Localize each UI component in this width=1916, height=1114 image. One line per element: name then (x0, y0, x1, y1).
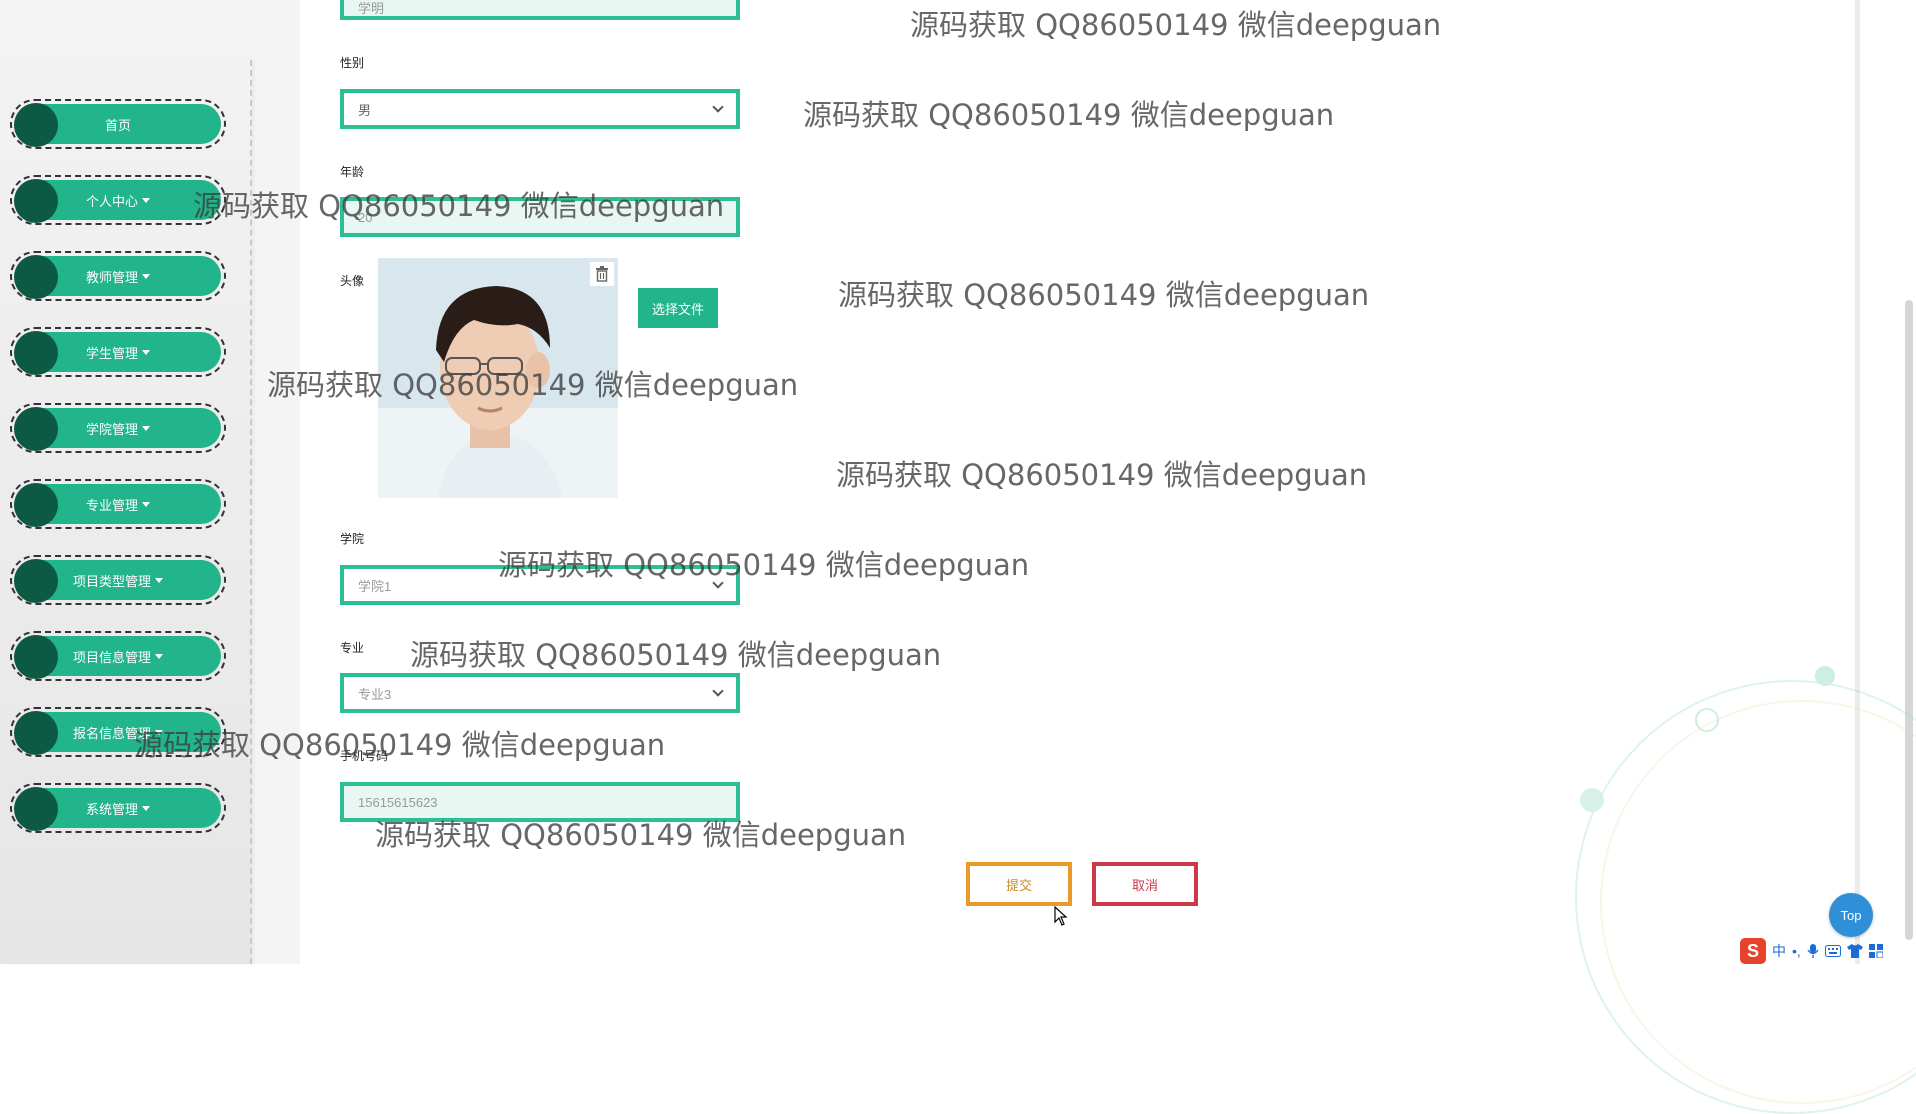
sidebar: 首页 个人中心 教师管理 学生管理 学院管理 专业管理 项目类型管理 项目信息管… (0, 60, 252, 964)
major-select[interactable]: 专业3 (340, 673, 740, 713)
age-input[interactable]: 20 (340, 197, 740, 237)
college-label: 学院 (340, 532, 365, 546)
phone-label: 手机号码 (340, 749, 389, 763)
student-name-value: 学明 (358, 0, 385, 16)
caret-down-icon (142, 805, 150, 811)
student-name-input[interactable]: 学明 (340, 0, 740, 20)
chevron-down-icon (712, 685, 724, 697)
portrait-illustration (378, 258, 618, 498)
chevron-down-icon (712, 577, 724, 589)
sidebar-item-label: 个人中心 (85, 193, 138, 209)
gender-select[interactable]: 男 (340, 89, 740, 129)
sidebar-item-label: 报名信息管理 (72, 725, 151, 741)
sidebar-pill[interactable]: 报名信息管理 (14, 711, 221, 755)
sidebar-item-label: 首页 (104, 117, 131, 133)
sidebar-item-dot (14, 559, 58, 603)
caret-down-icon (142, 425, 150, 431)
sidebar-item-label: 学院管理 (85, 421, 138, 437)
choose-file-button[interactable]: 选择文件 (638, 288, 718, 328)
age-label: 年龄 (340, 165, 365, 179)
caret-down-icon (142, 501, 150, 507)
sidebar-item-label: 系统管理 (85, 801, 138, 817)
sidebar-item-home[interactable]: 首页 (10, 99, 226, 149)
sidebar-pill[interactable]: 项目类型管理 (14, 559, 221, 603)
sidebar-item-teacher-management[interactable]: 教师管理 (10, 251, 226, 301)
caret-down-icon (155, 653, 163, 659)
sidebar-item-dot (14, 483, 58, 527)
sidebar-item-label: 项目信息管理 (72, 649, 151, 665)
cancel-button[interactable]: 取消 (1092, 862, 1198, 906)
trash-icon[interactable] (590, 262, 614, 286)
sidebar-pill[interactable]: 个人中心 (14, 179, 221, 223)
sidebar-pill[interactable]: 学生管理 (14, 331, 221, 375)
sidebar-item-dot (14, 407, 58, 451)
caret-down-icon (142, 273, 150, 279)
sidebar-item-major-management[interactable]: 专业管理 (10, 479, 226, 529)
sidebar-item-dot (14, 255, 58, 299)
sidebar-pill[interactable]: 教师管理 (14, 255, 221, 299)
college-select[interactable]: 学院1 (340, 565, 740, 605)
caret-down-icon (142, 197, 150, 203)
mouse-cursor-icon (1054, 905, 1068, 931)
sidebar-pill[interactable]: 学院管理 (14, 407, 221, 451)
sidebar-pill[interactable]: 专业管理 (14, 483, 221, 527)
sidebar-item-project-type-management[interactable]: 项目类型管理 (10, 555, 226, 605)
sidebar-item-dot (14, 787, 58, 831)
sidebar-item-label: 教师管理 (85, 269, 138, 285)
sidebar-item-dot (14, 635, 58, 679)
back-to-top-button[interactable]: Top (1829, 893, 1873, 937)
major-label: 专业 (340, 641, 365, 655)
sidebar-pill[interactable]: 系统管理 (14, 787, 221, 831)
ime-toolbar: S 中 •, (1740, 938, 1916, 964)
sidebar-item-personal-center[interactable]: 个人中心 (10, 175, 226, 225)
caret-down-icon (155, 577, 163, 583)
decor-dot (1695, 708, 1719, 732)
keyboard-icon[interactable] (1824, 945, 1841, 957)
avatar-image (378, 258, 618, 498)
grid-icon[interactable] (1868, 944, 1883, 958)
sidebar-item-dot (14, 179, 58, 223)
decor-dot (1580, 788, 1604, 812)
sidebar-item-system-management[interactable]: 系统管理 (10, 783, 226, 833)
sidebar-item-label: 项目类型管理 (72, 573, 151, 589)
caret-down-icon (155, 729, 163, 735)
major-value: 专业3 (358, 686, 392, 702)
trash-glyph (596, 266, 608, 282)
sidebar-item-project-info-management[interactable]: 项目信息管理 (10, 631, 226, 681)
gender-value: 男 (358, 102, 372, 118)
avatar-label: 头像 (340, 274, 365, 288)
decor-dot (1815, 666, 1835, 686)
sidebar-item-student-management[interactable]: 学生管理 (10, 327, 226, 377)
sidebar-item-registration-management[interactable]: 报名信息管理 (10, 707, 226, 757)
sidebar-item-college-management[interactable]: 学院管理 (10, 403, 226, 453)
sidebar-pill[interactable]: 项目信息管理 (14, 635, 221, 679)
sidebar-item-dot (14, 711, 58, 755)
caret-down-icon (142, 349, 150, 355)
ime-language-toggle[interactable]: 中 (1772, 941, 1786, 961)
age-value: 20 (358, 209, 373, 225)
sidebar-pill[interactable]: 首页 (14, 103, 221, 147)
sidebar-item-dot (14, 103, 58, 147)
sidebar-item-label: 专业管理 (85, 497, 138, 513)
shirt-icon[interactable] (1846, 944, 1863, 958)
microphone-icon[interactable] (1807, 944, 1819, 958)
sogou-logo-icon[interactable]: S (1740, 938, 1766, 964)
cursor-glyph (1054, 905, 1068, 926)
sidebar-item-dot (14, 331, 58, 375)
college-value: 学院1 (358, 578, 392, 594)
ime-punctuation-toggle[interactable]: •, (1792, 943, 1801, 959)
gender-label: 性别 (340, 56, 365, 70)
sidebar-item-label: 学生管理 (85, 345, 138, 361)
phone-input[interactable]: 15615615623 (340, 782, 740, 822)
submit-button[interactable]: 提交 (966, 862, 1072, 906)
chevron-down-icon (712, 101, 724, 113)
phone-value: 15615615623 (358, 794, 438, 810)
